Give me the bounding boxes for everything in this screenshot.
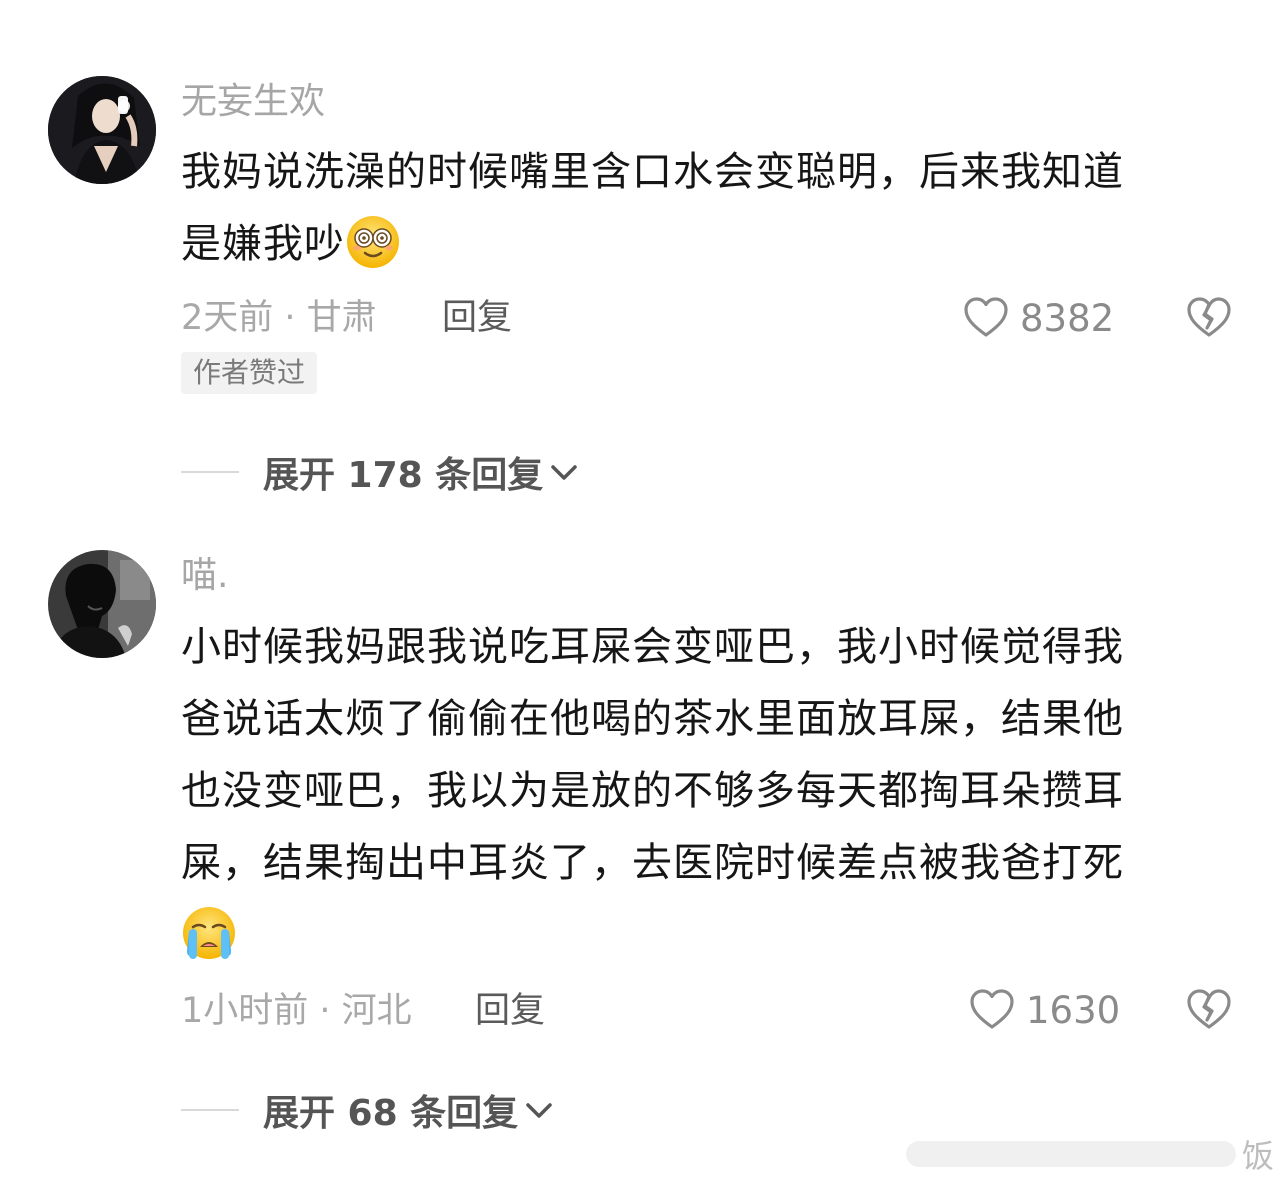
avatar[interactable]: [48, 76, 156, 184]
crying-face-emoji-icon: [183, 907, 235, 959]
reply-button[interactable]: 回复: [442, 296, 512, 340]
username[interactable]: 无妄生欢: [181, 80, 325, 124]
comment-text: 我妈说洗澡的时候嘴里含口水会变聪明，后来我知道 是嫌我吵: [181, 136, 1211, 280]
broken-heart-icon[interactable]: [1185, 986, 1233, 1034]
comment-text-line: 爸说话太烦了偷偷在他喝的茶水里面放耳屎，结果他: [181, 696, 1124, 742]
comment-text-line-content: 是嫌我吵: [181, 221, 345, 267]
comment-item: 喵. 小时候我妈跟我说吃耳屎会变哑巴，我小时候觉得我 爸说话太烦了偷偷在他喝的茶…: [0, 520, 1284, 1188]
chevron-down-icon: [551, 465, 577, 480]
username[interactable]: 喵.: [181, 554, 228, 598]
like-count: 1630: [1026, 988, 1121, 1032]
comment-time-location: 2天前 · 甘肃: [181, 298, 377, 338]
comment-text-line: 小时候我妈跟我说吃耳屎会变哑巴，我小时候觉得我: [181, 624, 1124, 670]
comment-item: 无妄生欢 我妈说洗澡的时候嘴里含口水会变聪明，后来我知道 是嫌我吵 2天前 · …: [0, 0, 1284, 520]
divider: [181, 1109, 239, 1111]
watermark-bar: [905, 1141, 1236, 1167]
comment-text-line: 是嫌我吵: [181, 208, 1211, 280]
divider: [181, 471, 239, 473]
reply-button[interactable]: 回复: [475, 989, 545, 1033]
heart-icon: [970, 989, 1014, 1029]
comment-text-line: [181, 899, 1211, 971]
comment-text-line: 也没变哑巴，我以为是放的不够多每天都掏耳朵攒耳: [181, 768, 1124, 814]
expand-replies-label: 展开 178 条回复: [263, 455, 544, 496]
avatar[interactable]: [48, 550, 156, 658]
comment-text: 小时候我妈跟我说吃耳屎会变哑巴，我小时候觉得我 爸说话太烦了偷偷在他喝的茶水里面…: [181, 611, 1211, 971]
comment-text-line: 我妈说洗澡的时候嘴里含口水会变聪明，后来我知道: [181, 149, 1124, 195]
comment-time-location: 1小时前 · 河北: [181, 991, 412, 1031]
dizzy-eyes-emoji-icon: [347, 216, 399, 268]
chevron-down-icon: [526, 1103, 552, 1118]
heart-icon: [964, 297, 1008, 337]
like-button[interactable]: 8382: [962, 294, 1114, 342]
watermark: 饭: [905, 1132, 1274, 1176]
author-liked-badge: 作者赞过: [181, 352, 318, 394]
comment-list: 无妄生欢 我妈说洗澡的时候嘴里含口水会变聪明，后来我知道 是嫌我吵 2天前 · …: [0, 0, 1284, 1188]
expand-replies-label: 展开 68 条回复: [263, 1093, 519, 1134]
broken-heart-icon[interactable]: [1185, 294, 1233, 342]
expand-replies-button[interactable]: 展开 178 条回复: [181, 448, 581, 496]
like-count: 8382: [1020, 296, 1115, 340]
watermark-text: 饭: [1241, 1137, 1274, 1175]
expand-replies-button[interactable]: 展开 68 条回复: [181, 1086, 556, 1134]
comment-text-line: 屎，结果掏出中耳炎了，去医院时候差点被我爸打死: [181, 840, 1124, 886]
like-button[interactable]: 1630: [968, 986, 1120, 1034]
